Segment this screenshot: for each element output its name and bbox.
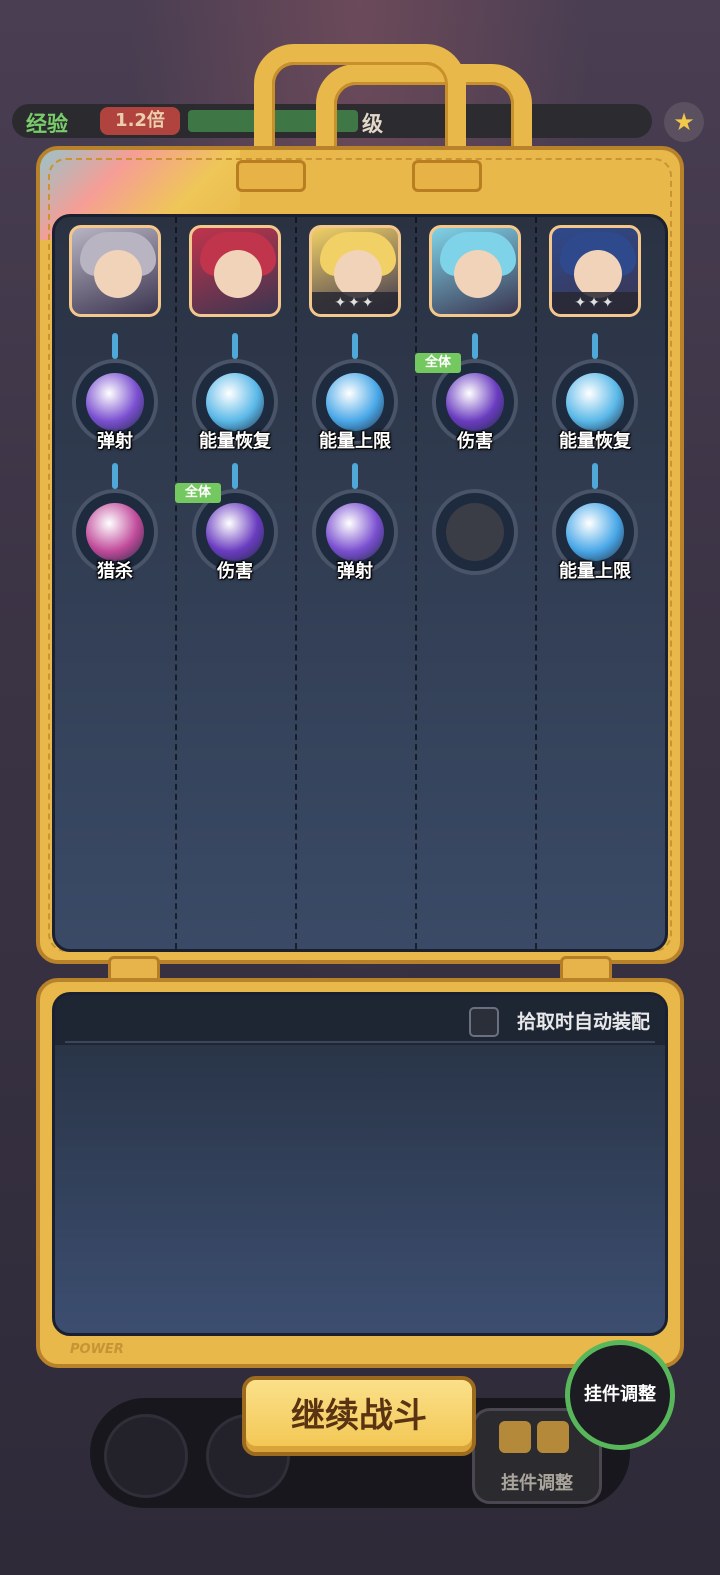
charm-board: 弹射 猎杀 能量恢复 全体 伤害 ✦✦✦ 能量上限 弹射 全体 伤害 ✦✦✦ 能量恢复 能量上限 [52, 214, 668, 952]
charm-chain [592, 333, 598, 359]
charm-label: 能量恢复 [559, 431, 631, 452]
muscle-cat-icon [446, 373, 504, 431]
charm-adjust-label: 挂件调整 [501, 1473, 573, 1494]
skill-slot[interactable] [104, 1414, 188, 1498]
energy-can-icon [566, 373, 624, 431]
muscle-cat-icon [206, 503, 264, 561]
hero-face [574, 250, 622, 298]
energy-can-icon [206, 373, 264, 431]
claw-icon [86, 503, 144, 561]
hero-column: 能量恢复全体伤害 [175, 217, 297, 949]
hero-stars: ✦✦✦ [312, 292, 398, 314]
hero-stars: ✦✦✦ [552, 292, 638, 314]
all-target-tag: 全体 [175, 483, 221, 503]
hero-column: ✦✦✦ 能量上限弹射 [295, 217, 417, 949]
lightning-cat-icon [326, 503, 384, 561]
charm-label: 伤害 [457, 431, 493, 452]
charm-inventory-area: 拾取时自动装配 [52, 992, 668, 1336]
hero-portrait[interactable] [189, 225, 281, 317]
hero-portrait[interactable] [429, 225, 521, 317]
charm-chain [352, 333, 358, 359]
exp-multiplier-badge: 1.2倍 [100, 107, 180, 135]
all-target-tag: 全体 [415, 353, 461, 373]
charm-chain [112, 333, 118, 359]
auto-equip-checkbox[interactable] [469, 1007, 499, 1037]
hero-face [454, 250, 502, 298]
hero-face [214, 250, 262, 298]
empty-charm-slot[interactable] [432, 489, 518, 575]
hero-column: ✦✦✦ 能量恢复能量上限 [535, 217, 655, 949]
hero-face [334, 250, 382, 298]
hero-portrait[interactable]: ✦✦✦ [549, 225, 641, 317]
charm-chain [592, 463, 598, 489]
charm-label: 能量上限 [319, 431, 391, 452]
inventory-header: 拾取时自动装配 [55, 995, 665, 1045]
charm-suitcase-top: 弹射 猎杀 能量恢复 全体 伤害 ✦✦✦ 能量上限 弹射 全体 伤害 ✦✦✦ 能量恢复 能量上限 [36, 146, 684, 964]
charm-label: 伤害 [217, 561, 253, 582]
water-drop-icon [326, 373, 384, 431]
continue-battle-button[interactable]: 继续战斗 [242, 1376, 476, 1456]
auto-equip-label: 拾取时自动装配 [517, 1011, 651, 1033]
star-icon[interactable]: ★ [664, 102, 704, 142]
charm-label: 弹射 [97, 431, 133, 452]
charm-chain [472, 333, 478, 359]
hero-portrait[interactable]: ✦✦✦ [309, 225, 401, 317]
charm-adjust-icon [499, 1421, 577, 1465]
charm-label: 弹射 [337, 561, 373, 582]
hero-face [94, 250, 142, 298]
hero-column: 弹射 猎杀 [55, 217, 177, 949]
charm-label: 能量恢复 [199, 431, 271, 452]
charm-chain [112, 463, 118, 489]
empty-star-slot-icon [446, 503, 504, 561]
power-decal: POWER [70, 1342, 124, 1357]
charm-label: 能量上限 [559, 561, 631, 582]
water-drop-icon [566, 503, 624, 561]
header-divider [65, 1041, 655, 1043]
charm-chain [232, 333, 238, 359]
charm-label: 猎杀 [97, 561, 133, 582]
hero-column: 全体伤害 [415, 217, 537, 949]
hero-portrait[interactable] [69, 225, 161, 317]
charm-adjust-button[interactable]: 挂件调整 [565, 1340, 675, 1450]
charm-suitcase-bottom: 拾取时自动装配 POWER [36, 978, 684, 1368]
clasp-right [412, 160, 482, 192]
charm-chain [352, 463, 358, 489]
charm-chain [232, 463, 238, 489]
lightning-cat-icon [86, 373, 144, 431]
exp-label: 经验 [26, 112, 68, 136]
clasp-left [236, 160, 306, 192]
